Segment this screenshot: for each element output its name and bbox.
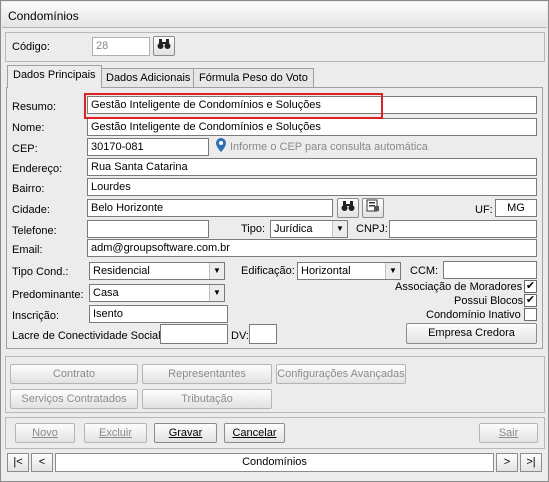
- empresa-credora-button[interactable]: Empresa Credora: [406, 323, 537, 344]
- lacre-label: Lacre de Conectividade Social:: [12, 330, 164, 342]
- tipo-select-value: Jurídica: [274, 223, 313, 235]
- excluir-button[interactable]: Excluir: [84, 423, 147, 443]
- uf-input[interactable]: MG: [495, 199, 537, 217]
- nav-next-button[interactable]: >: [496, 453, 518, 472]
- tab-label: Fórmula Peso do Voto: [199, 72, 308, 84]
- sair-button[interactable]: Sair: [479, 423, 538, 443]
- cancelar-button[interactable]: Cancelar: [224, 423, 285, 443]
- cancelar-button-label: Cancelar: [232, 427, 277, 439]
- possui-blocos-label: Possui Blocos: [454, 295, 524, 307]
- window-title: Condomínios: [8, 9, 79, 23]
- tipo-cond-select-value: Residencial: [93, 265, 150, 277]
- dv-label: DV:: [231, 330, 249, 342]
- ccm-label: CCM:: [410, 265, 439, 277]
- predominante-select-value: Casa: [93, 287, 119, 299]
- register-form-icon[interactable]: [362, 198, 384, 218]
- associacao-moradores-label: Associação de Moradores: [395, 281, 523, 293]
- tab-dados-adicionais[interactable]: Dados Adicionais: [100, 68, 197, 88]
- resumo-label: Resumo:: [12, 101, 57, 113]
- possui-blocos-checkbox[interactable]: ✔: [524, 294, 537, 307]
- codigo-group: [5, 32, 545, 62]
- cnpj-label: CNPJ:: [356, 223, 388, 235]
- bairro-input[interactable]: Lourdes: [87, 178, 537, 196]
- gravar-button-label: Gravar: [168, 427, 203, 439]
- telefone-label: Telefone:: [12, 225, 57, 237]
- search-binoculars-icon[interactable]: [153, 36, 175, 56]
- location-pin-icon: [214, 137, 228, 156]
- predominante-label: Predominante:: [12, 289, 84, 301]
- gravar-button[interactable]: Gravar: [154, 423, 217, 443]
- telefone-input[interactable]: [87, 220, 209, 238]
- cep-hint: Informe o CEP para consulta automática: [230, 141, 428, 153]
- endereco-input[interactable]: Rua Santa Catarina: [87, 158, 537, 176]
- dv-input[interactable]: [249, 324, 277, 344]
- nome-label: Nome:: [12, 122, 45, 134]
- codigo-label: Código:: [12, 41, 50, 53]
- inscricao-label: Inscrição:: [12, 310, 60, 322]
- uf-label: UF:: [475, 204, 493, 216]
- cep-input[interactable]: 30170-081: [87, 138, 209, 156]
- tab-formula-peso-voto[interactable]: Fórmula Peso do Voto: [193, 68, 314, 88]
- inscricao-input[interactable]: Isento: [89, 305, 228, 323]
- lacre-input[interactable]: [160, 324, 228, 344]
- tab-label: Dados Principais: [13, 69, 96, 81]
- bairro-label: Bairro:: [12, 183, 45, 195]
- novo-button[interactable]: Novo: [15, 423, 75, 443]
- condominio-inativo-checkbox[interactable]: [524, 308, 537, 321]
- codigo-input[interactable]: 28: [92, 37, 150, 56]
- cep-label: CEP:: [12, 143, 38, 155]
- edificacao-select-value: Horizontal: [301, 265, 351, 277]
- contrato-button[interactable]: Contrato: [10, 364, 138, 384]
- cidade-input[interactable]: Belo Horizonte: [87, 199, 333, 217]
- tab-label: Dados Adicionais: [106, 72, 191, 84]
- associacao-moradores-checkbox[interactable]: ✔: [524, 280, 537, 293]
- excluir-button-label: Excluir: [98, 427, 132, 439]
- novo-button-label: Novo: [32, 427, 58, 439]
- chevron-down-icon[interactable]: ▼: [209, 285, 224, 301]
- nav-first-button[interactable]: |<: [7, 453, 29, 472]
- sair-button-label: Sair: [498, 427, 519, 439]
- tipo-cond-label: Tipo Cond.:: [12, 266, 69, 278]
- cidade-label: Cidade:: [12, 204, 50, 216]
- title-bar: Condomínios: [2, 2, 547, 28]
- condominios-window: Condomínios Código: 28 Dados Principais …: [0, 0, 549, 482]
- endereco-label: Endereço:: [12, 163, 63, 175]
- tipo-select[interactable]: Jurídica ▼: [270, 220, 348, 238]
- configuracoes-avancadas-button[interactable]: Configurações Avançadas: [276, 364, 406, 384]
- tab-dados-principais[interactable]: Dados Principais: [7, 65, 102, 88]
- edificacao-label: Edificação:: [241, 265, 295, 277]
- nav-prev-button[interactable]: <: [31, 453, 53, 472]
- tipo-cond-select[interactable]: Residencial ▼: [89, 262, 225, 280]
- email-input[interactable]: adm@groupsoftware.com.br: [87, 239, 537, 257]
- cnpj-input[interactable]: [389, 220, 537, 238]
- representantes-button[interactable]: Representantes: [142, 364, 272, 384]
- chevron-down-icon[interactable]: ▼: [385, 263, 400, 279]
- nav-last-button[interactable]: >|: [520, 453, 542, 472]
- tributacao-button[interactable]: Tributação: [142, 389, 272, 409]
- ccm-input[interactable]: [443, 261, 537, 279]
- edificacao-select[interactable]: Horizontal ▼: [297, 262, 401, 280]
- nav-record-label: Condomínios: [55, 453, 494, 472]
- tipo-label: Tipo:: [241, 223, 266, 235]
- nome-input[interactable]: Gestão Inteligente de Condomínios e Solu…: [87, 118, 537, 136]
- condominio-inativo-label: Condomínio Inativo: [426, 309, 521, 321]
- chevron-down-icon[interactable]: ▼: [332, 221, 347, 237]
- email-label: Email:: [12, 244, 43, 256]
- servicos-contratados-button[interactable]: Serviços Contratados: [10, 389, 138, 409]
- search-binoculars-icon[interactable]: [337, 198, 359, 218]
- predominante-select[interactable]: Casa ▼: [89, 284, 225, 302]
- highlight-box: [84, 93, 383, 119]
- chevron-down-icon[interactable]: ▼: [209, 263, 224, 279]
